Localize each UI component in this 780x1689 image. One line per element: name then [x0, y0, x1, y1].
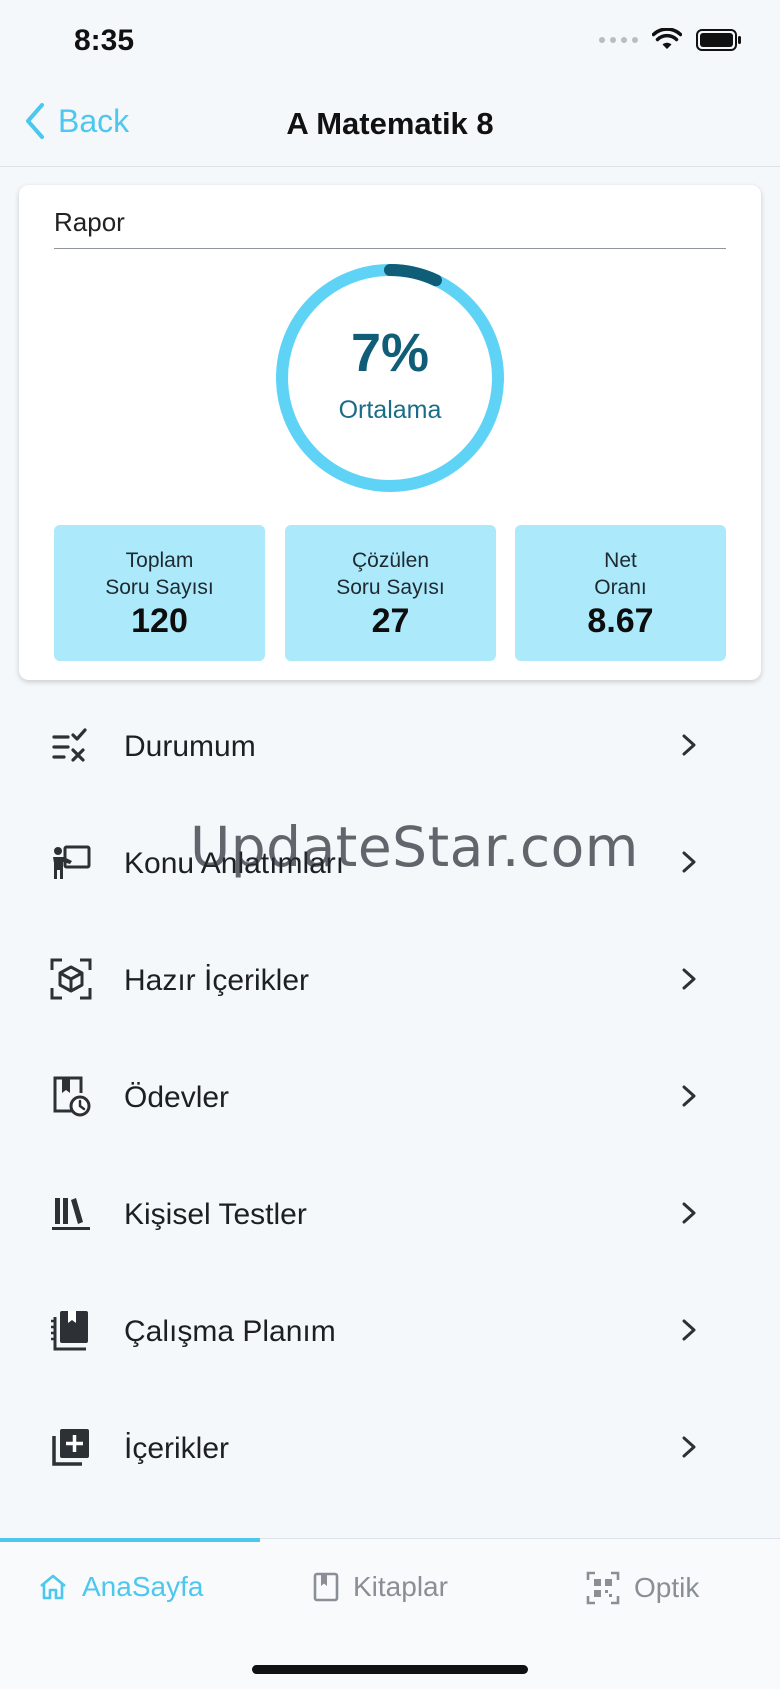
menu-item-konu-anlatimlari[interactable]: Konu Anlatımları	[0, 807, 780, 924]
chevron-right-icon	[682, 968, 696, 990]
menu-item-durumum[interactable]: Durumum	[0, 690, 780, 807]
report-divider	[54, 248, 726, 249]
chevron-right-icon	[682, 1202, 696, 1224]
tab-label: Optik	[634, 1572, 700, 1603]
status-icons	[599, 28, 742, 52]
tab-optik[interactable]: Optik	[586, 1571, 699, 1605]
chevron-right-icon	[682, 1436, 696, 1458]
notebook-icon	[51, 1311, 88, 1351]
chevron-right-icon	[682, 851, 696, 873]
teacher-board-icon	[53, 845, 91, 879]
tab-kitaplar[interactable]: Kitaplar	[313, 1571, 448, 1603]
navigation-bar: Back A Matematik 8	[0, 88, 780, 167]
menu-item-label: Çalışma Planım	[124, 1315, 336, 1348]
menu-item-label: Durumum	[124, 730, 256, 763]
menu-item-label: Konu Anlatımları	[124, 847, 345, 880]
stat-net-ratio: Net Oranı 8.67	[515, 525, 726, 661]
tab-indicator	[0, 1538, 260, 1542]
progress-gauge: 7% Ortalama	[272, 260, 508, 496]
qr-scan-icon	[586, 1571, 620, 1605]
checklist-icon	[52, 728, 87, 762]
battery-icon	[696, 29, 741, 51]
tab-label: AnaSayfa	[82, 1571, 204, 1602]
gauge-value: 7%	[350, 323, 430, 383]
home-icon	[40, 1574, 66, 1600]
menu-item-hazir-icerikler[interactable]: Hazır İçerikler	[0, 924, 780, 1041]
report-title: Rapor	[54, 207, 125, 237]
stat-value: 27	[371, 602, 410, 640]
wifi-icon	[652, 28, 682, 49]
menu-item-kisisel-testler[interactable]: Kişisel Testler	[0, 1158, 780, 1275]
chevron-right-icon	[682, 1319, 696, 1341]
menu-item-label: Hazır İçerikler	[124, 964, 310, 997]
status-time: 8:35	[74, 24, 135, 57]
chevron-right-icon	[682, 734, 696, 756]
tab-label: Kitaplar	[353, 1571, 448, 1602]
menu-item-calisma-planim[interactable]: Çalışma Planım	[0, 1275, 780, 1392]
menu-item-icerikler[interactable]: İçerikler	[0, 1392, 780, 1509]
gauge-label: Ortalama	[338, 396, 442, 424]
signal-icon	[599, 37, 638, 43]
tab-anasayfa[interactable]: AnaSayfa	[38, 1571, 203, 1603]
stat-label: Toplam Soru Sayısı	[105, 549, 214, 599]
stat-value: 8.67	[587, 602, 654, 640]
library-add-icon	[52, 1429, 89, 1466]
bookmark-icon	[313, 1572, 339, 1602]
library-books-icon	[52, 1198, 90, 1230]
homework-clock-icon	[53, 1076, 91, 1117]
menu-list: Durumum Konu Anlatımları Hazır İçerikler…	[0, 690, 780, 1509]
stat-total-questions: Toplam Soru Sayısı 120	[54, 525, 265, 661]
report-card: Rapor 7% Ortalama Toplam Soru Sayısı 120…	[19, 185, 761, 680]
menu-item-label: Kişisel Testler	[124, 1198, 307, 1231]
page-title: A Matematik 8	[286, 106, 494, 141]
cube-scan-icon	[50, 958, 92, 1000]
menu-item-label: Ödevler	[124, 1081, 230, 1114]
menu-item-odevler[interactable]: Ödevler	[0, 1041, 780, 1158]
status-bar: 8:35	[0, 0, 780, 88]
stat-value: 120	[131, 602, 188, 640]
stat-label: Çözülen Soru Sayısı	[336, 549, 445, 599]
home-indicator	[252, 1665, 528, 1674]
chevron-right-icon	[682, 1085, 696, 1107]
stat-label: Net Oranı	[594, 549, 647, 599]
stat-solved-questions: Çözülen Soru Sayısı 27	[285, 525, 496, 661]
menu-item-label: İçerikler	[124, 1432, 230, 1465]
